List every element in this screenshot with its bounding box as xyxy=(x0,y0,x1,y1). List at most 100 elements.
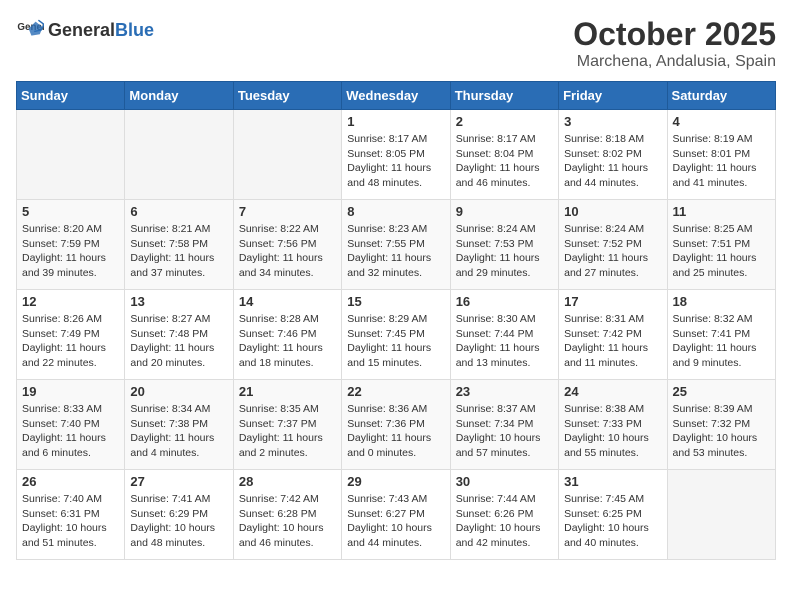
day-number: 17 xyxy=(564,294,661,309)
calendar-cell xyxy=(17,110,125,200)
week-row-3: 12 Sunrise: 8:26 AM Sunset: 7:49 PM Dayli… xyxy=(17,290,776,380)
location-title: Marchena, Andalusia, Spain xyxy=(573,53,776,71)
day-number: 20 xyxy=(130,384,227,399)
calendar-cell: 8Sunrise: 8:23 AM Sunset: 7:55 PM Daylig… xyxy=(342,200,450,290)
day-number: 1 xyxy=(347,114,444,129)
day-number: 23 xyxy=(456,384,553,399)
calendar-cell: 13 Sunrise: 8:27 AM Sunset: 7:48 PM Dayli… xyxy=(125,290,233,380)
week-row-4: 19Sunrise: 8:33 AM Sunset: 7:40 PM Dayli… xyxy=(17,380,776,470)
day-info: Sunrise: 8:18 AM Sunset: 8:02 PM Dayligh… xyxy=(564,132,661,191)
day-number: 13 xyxy=(130,294,227,309)
day-info: Sunrise: 8:29 AM Sunset: 7:45 PM Dayligh… xyxy=(347,312,444,371)
calendar-cell: 3 Sunrise: 8:18 AM Sunset: 8:02 PM Daylig… xyxy=(559,110,667,200)
calendar-cell: 20 Sunrise: 8:34 AM Sunset: 7:38 PM Dayli… xyxy=(125,380,233,470)
calendar-cell: 4Sunrise: 8:19 AM Sunset: 8:01 PM Daylig… xyxy=(667,110,775,200)
day-info: Sunrise: 8:39 AM Sunset: 7:32 PM Dayligh… xyxy=(673,402,770,461)
calendar-cell xyxy=(233,110,341,200)
week-row-1: 1 Sunrise: 8:17 AM Sunset: 8:05 PM Daylig… xyxy=(17,110,776,200)
day-number: 15 xyxy=(347,294,444,309)
calendar-table: SundayMondayTuesdayWednesdayThursdayFrid… xyxy=(16,81,776,560)
day-info: Sunrise: 8:35 AM Sunset: 7:37 PM Dayligh… xyxy=(239,402,336,461)
week-row-2: 5 Sunrise: 8:20 AM Sunset: 7:59 PM Daylig… xyxy=(17,200,776,290)
weekday-header-row: SundayMondayTuesdayWednesdayThursdayFrid… xyxy=(17,82,776,110)
calendar-cell xyxy=(125,110,233,200)
calendar-cell: 30Sunrise: 7:44 AM Sunset: 6:26 PM Dayli… xyxy=(450,470,558,560)
calendar-cell: 19Sunrise: 8:33 AM Sunset: 7:40 PM Dayli… xyxy=(17,380,125,470)
calendar-cell: 18 Sunrise: 8:32 AM Sunset: 7:41 PM Dayli… xyxy=(667,290,775,380)
calendar-cell: 24 Sunrise: 8:38 AM Sunset: 7:33 PM Dayli… xyxy=(559,380,667,470)
day-info: Sunrise: 8:25 AM Sunset: 7:51 PM Dayligh… xyxy=(673,222,770,281)
logo-blue: Blue xyxy=(115,20,154,41)
day-number: 29 xyxy=(347,474,444,489)
day-number: 3 xyxy=(564,114,661,129)
day-info: Sunrise: 8:30 AM Sunset: 7:44 PM Dayligh… xyxy=(456,312,553,371)
day-number: 11 xyxy=(673,204,770,219)
calendar-cell: 9 Sunrise: 8:24 AM Sunset: 7:53 PM Daylig… xyxy=(450,200,558,290)
day-info: Sunrise: 8:20 AM Sunset: 7:59 PM Dayligh… xyxy=(22,222,119,281)
calendar-cell: 10Sunrise: 8:24 AM Sunset: 7:52 PM Dayli… xyxy=(559,200,667,290)
day-info: Sunrise: 8:24 AM Sunset: 7:53 PM Dayligh… xyxy=(456,222,553,281)
calendar-cell: 17 Sunrise: 8:31 AM Sunset: 7:42 PM Dayli… xyxy=(559,290,667,380)
day-info: Sunrise: 7:41 AM Sunset: 6:29 PM Dayligh… xyxy=(130,492,227,551)
weekday-header-sunday: Sunday xyxy=(17,82,125,110)
day-info: Sunrise: 7:42 AM Sunset: 6:28 PM Dayligh… xyxy=(239,492,336,551)
day-info: Sunrise: 8:34 AM Sunset: 7:38 PM Dayligh… xyxy=(130,402,227,461)
day-number: 24 xyxy=(564,384,661,399)
day-number: 9 xyxy=(456,204,553,219)
day-info: Sunrise: 7:40 AM Sunset: 6:31 PM Dayligh… xyxy=(22,492,119,551)
calendar-cell: 7Sunrise: 8:22 AM Sunset: 7:56 PM Daylig… xyxy=(233,200,341,290)
logo-general: General xyxy=(48,20,115,41)
calendar-cell: 22 Sunrise: 8:36 AM Sunset: 7:36 PM Dayli… xyxy=(342,380,450,470)
logo-icon: General xyxy=(16,16,44,44)
calendar-cell: 14 Sunrise: 8:28 AM Sunset: 7:46 PM Dayli… xyxy=(233,290,341,380)
day-number: 25 xyxy=(673,384,770,399)
day-info: Sunrise: 8:31 AM Sunset: 7:42 PM Dayligh… xyxy=(564,312,661,371)
calendar-cell: 6Sunrise: 8:21 AM Sunset: 7:58 PM Daylig… xyxy=(125,200,233,290)
day-info: Sunrise: 7:45 AM Sunset: 6:25 PM Dayligh… xyxy=(564,492,661,551)
day-number: 2 xyxy=(456,114,553,129)
calendar-cell: 16 Sunrise: 8:30 AM Sunset: 7:44 PM Dayli… xyxy=(450,290,558,380)
day-info: Sunrise: 8:24 AM Sunset: 7:52 PM Dayligh… xyxy=(564,222,661,281)
day-info: Sunrise: 8:37 AM Sunset: 7:34 PM Dayligh… xyxy=(456,402,553,461)
day-number: 26 xyxy=(22,474,119,489)
calendar-cell: 23 Sunrise: 8:37 AM Sunset: 7:34 PM Dayli… xyxy=(450,380,558,470)
day-info: Sunrise: 8:28 AM Sunset: 7:46 PM Dayligh… xyxy=(239,312,336,371)
day-info: Sunrise: 8:26 AM Sunset: 7:49 PM Dayligh… xyxy=(22,312,119,371)
weekday-header-saturday: Saturday xyxy=(667,82,775,110)
day-info: Sunrise: 8:32 AM Sunset: 7:41 PM Dayligh… xyxy=(673,312,770,371)
weekday-header-wednesday: Wednesday xyxy=(342,82,450,110)
day-number: 28 xyxy=(239,474,336,489)
calendar-cell: 15 Sunrise: 8:29 AM Sunset: 7:45 PM Dayli… xyxy=(342,290,450,380)
day-info: Sunrise: 8:36 AM Sunset: 7:36 PM Dayligh… xyxy=(347,402,444,461)
week-row-5: 26 Sunrise: 7:40 AM Sunset: 6:31 PM Dayli… xyxy=(17,470,776,560)
day-info: Sunrise: 8:33 AM Sunset: 7:40 PM Dayligh… xyxy=(22,402,119,461)
day-number: 31 xyxy=(564,474,661,489)
day-info: Sunrise: 8:22 AM Sunset: 7:56 PM Dayligh… xyxy=(239,222,336,281)
calendar-cell: 25 Sunrise: 8:39 AM Sunset: 7:32 PM Dayli… xyxy=(667,380,775,470)
day-number: 12 xyxy=(22,294,119,309)
calendar-cell: 28 Sunrise: 7:42 AM Sunset: 6:28 PM Dayli… xyxy=(233,470,341,560)
day-number: 18 xyxy=(673,294,770,309)
page-header: General General Blue October 2025 Marche… xyxy=(16,16,776,71)
day-number: 22 xyxy=(347,384,444,399)
day-info: Sunrise: 8:27 AM Sunset: 7:48 PM Dayligh… xyxy=(130,312,227,371)
day-number: 14 xyxy=(239,294,336,309)
day-number: 8 xyxy=(347,204,444,219)
day-info: Sunrise: 8:17 AM Sunset: 8:05 PM Dayligh… xyxy=(347,132,444,191)
day-number: 30 xyxy=(456,474,553,489)
day-number: 5 xyxy=(22,204,119,219)
day-info: Sunrise: 8:38 AM Sunset: 7:33 PM Dayligh… xyxy=(564,402,661,461)
day-info: Sunrise: 8:19 AM Sunset: 8:01 PM Dayligh… xyxy=(673,132,770,191)
calendar-cell: 5 Sunrise: 8:20 AM Sunset: 7:59 PM Daylig… xyxy=(17,200,125,290)
weekday-header-monday: Monday xyxy=(125,82,233,110)
calendar-cell: 12 Sunrise: 8:26 AM Sunset: 7:49 PM Dayli… xyxy=(17,290,125,380)
weekday-header-thursday: Thursday xyxy=(450,82,558,110)
day-number: 16 xyxy=(456,294,553,309)
calendar-cell: 31 Sunrise: 7:45 AM Sunset: 6:25 PM Dayli… xyxy=(559,470,667,560)
day-number: 21 xyxy=(239,384,336,399)
day-info: Sunrise: 8:17 AM Sunset: 8:04 PM Dayligh… xyxy=(456,132,553,191)
month-title: October 2025 xyxy=(573,16,776,53)
logo: General General Blue xyxy=(16,16,154,44)
day-info: Sunrise: 8:21 AM Sunset: 7:58 PM Dayligh… xyxy=(130,222,227,281)
calendar-cell: 2 Sunrise: 8:17 AM Sunset: 8:04 PM Daylig… xyxy=(450,110,558,200)
